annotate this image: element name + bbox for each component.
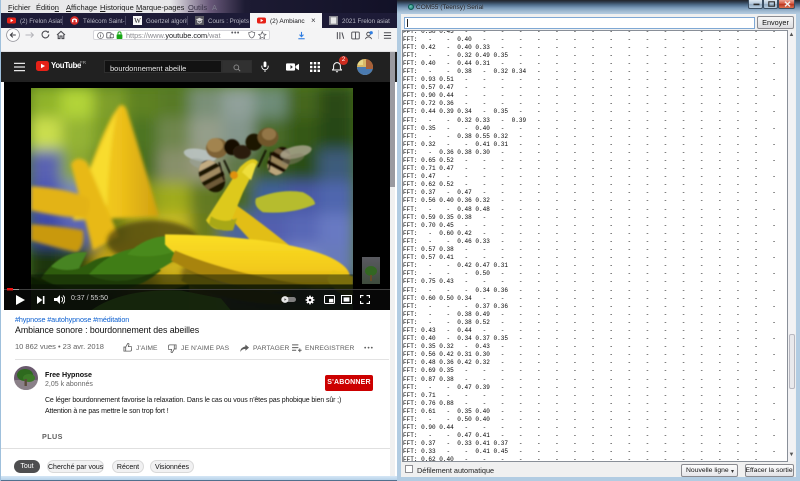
svg-text:W: W: [134, 17, 141, 25]
